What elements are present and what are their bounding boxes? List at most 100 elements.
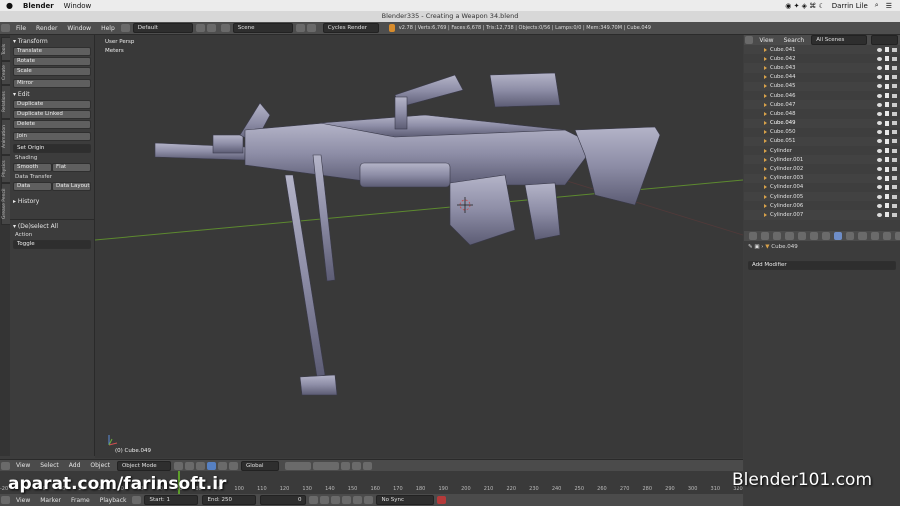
prev-key-icon[interactable] xyxy=(320,496,330,504)
outliner-row[interactable]: Cylinder.006 xyxy=(744,201,900,210)
menu-window-b[interactable]: Window xyxy=(62,25,96,32)
outliner-row[interactable]: Cube.049 xyxy=(744,118,900,128)
outliner-row[interactable]: Cube.043 xyxy=(744,63,900,73)
preview-range-icon[interactable] xyxy=(132,496,142,504)
constraints-tab-icon[interactable] xyxy=(821,232,831,240)
set-origin-select[interactable]: Set Origin xyxy=(13,144,91,153)
outliner-row[interactable]: Cylinder.007 xyxy=(744,210,900,220)
layout-icon[interactable] xyxy=(120,24,130,32)
render-icon[interactable] xyxy=(892,121,897,126)
visibility-icon[interactable] xyxy=(877,203,882,208)
outliner-list[interactable]: Cube.041 Cube.042 Cube.043 Cube.044 Cube.045… xyxy=(744,45,900,230)
layers-icon[interactable] xyxy=(284,461,311,470)
pivot-icon[interactable] xyxy=(184,461,194,470)
play-reverse-icon[interactable] xyxy=(331,496,341,504)
render-icon[interactable] xyxy=(892,75,897,80)
mode-select[interactable]: Object Mode xyxy=(116,460,171,471)
apple-icon[interactable]: ● xyxy=(6,1,13,10)
outliner-row[interactable]: Cube.046 xyxy=(744,91,900,100)
outliner-row[interactable]: Cylinder.005 xyxy=(744,192,900,202)
editor-type-icon-tl[interactable] xyxy=(1,496,10,504)
outliner-row[interactable]: Cube.044 xyxy=(744,73,900,82)
selectable-icon[interactable] xyxy=(885,184,889,190)
menu-add[interactable]: Add xyxy=(64,462,86,469)
jump-end-icon[interactable] xyxy=(364,496,374,504)
scale-button[interactable]: Scale xyxy=(13,67,91,76)
editor-type-icon-out[interactable] xyxy=(745,36,754,44)
outliner-row[interactable]: Cube.045 xyxy=(744,81,900,91)
visibility-icon[interactable] xyxy=(877,84,882,89)
visibility-icon[interactable] xyxy=(877,185,882,190)
start-frame-field[interactable]: Start: 1 xyxy=(144,495,199,505)
render-icon[interactable] xyxy=(892,167,897,172)
add-modifier-select[interactable]: Add Modifier xyxy=(748,261,896,270)
menu-view-tl[interactable]: View xyxy=(11,497,35,504)
layers-tab-icon[interactable] xyxy=(773,232,782,240)
current-frame-field[interactable]: 0 xyxy=(260,495,307,505)
outliner-filter-select[interactable]: All Scenes xyxy=(811,35,868,45)
world-tab-icon[interactable] xyxy=(797,232,806,240)
visibility-icon[interactable] xyxy=(877,212,882,217)
modifiers-tab-icon[interactable] xyxy=(834,232,843,240)
selectable-icon[interactable] xyxy=(885,138,889,144)
scene-remove-icon[interactable] xyxy=(306,24,316,32)
edit-panel-title[interactable]: ▾ Edit xyxy=(13,91,94,98)
rotate-manipulator-icon[interactable] xyxy=(217,461,227,470)
render-icon[interactable] xyxy=(892,102,897,107)
transform-panel-title[interactable]: ▾ Transform xyxy=(13,38,94,45)
outliner-row[interactable]: Cube.047 xyxy=(744,100,900,110)
outliner-row[interactable]: Cube.048 xyxy=(744,109,900,118)
render-icon[interactable] xyxy=(892,65,897,70)
menu-select[interactable]: Select xyxy=(35,462,64,469)
smooth-button[interactable]: Smooth xyxy=(13,163,52,172)
rotate-button[interactable]: Rotate xyxy=(13,57,91,66)
render-icon[interactable] xyxy=(892,93,897,98)
end-frame-field[interactable]: End: 250 xyxy=(202,495,257,505)
selectable-icon[interactable] xyxy=(885,194,889,200)
selectable-icon[interactable] xyxy=(885,65,889,71)
render-icon[interactable] xyxy=(892,185,897,190)
jump-start-icon[interactable] xyxy=(309,496,319,504)
outliner-row[interactable]: Cylinder xyxy=(744,146,900,155)
duplicate-button[interactable]: Duplicate xyxy=(13,100,91,109)
menu-render[interactable]: Render xyxy=(31,25,62,32)
selectable-icon[interactable] xyxy=(885,212,889,218)
play-icon[interactable] xyxy=(342,496,352,504)
outliner-row[interactable]: Cylinder.003 xyxy=(744,173,900,183)
selectable-icon[interactable] xyxy=(885,175,889,181)
data-tab-icon[interactable] xyxy=(846,232,855,240)
menu-list-icon[interactable]: ☰ xyxy=(886,2,892,10)
layout-field[interactable]: Default xyxy=(132,23,193,33)
render-icon[interactable] xyxy=(892,56,897,61)
render-icon[interactable] xyxy=(892,47,897,52)
sync-select[interactable]: No Sync xyxy=(376,495,435,505)
render-icon[interactable] xyxy=(892,130,897,135)
visibility-icon[interactable] xyxy=(877,157,882,162)
selectable-icon[interactable] xyxy=(885,203,889,209)
object-tab-icon[interactable] xyxy=(809,232,818,240)
selectable-icon[interactable] xyxy=(885,56,889,62)
menu-file[interactable]: File xyxy=(11,25,31,32)
selectable-icon[interactable] xyxy=(885,129,889,135)
selectable-icon[interactable] xyxy=(885,148,889,154)
outliner-row[interactable]: Cube.050 xyxy=(744,128,900,137)
texture-tab-icon[interactable] xyxy=(870,232,879,240)
next-key-icon[interactable] xyxy=(353,496,363,504)
render-icon[interactable] xyxy=(892,157,897,162)
action-select[interactable]: Toggle xyxy=(13,240,91,249)
user-name[interactable]: Darrin Lile xyxy=(832,2,868,10)
operator-panel-title[interactable]: ▾ (De)select All xyxy=(13,223,94,230)
selectable-icon[interactable] xyxy=(885,111,889,117)
menu-object[interactable]: Object xyxy=(85,462,115,469)
visibility-icon[interactable] xyxy=(877,176,882,181)
render-preview-icon[interactable] xyxy=(362,461,372,470)
scene-tab-icon[interactable] xyxy=(785,232,794,240)
layout-remove-icon[interactable] xyxy=(206,24,216,32)
outliner-row[interactable]: Cylinder.004 xyxy=(744,183,900,192)
render-icon[interactable] xyxy=(892,139,897,144)
outliner-search-input[interactable] xyxy=(871,35,898,45)
app-menu[interactable]: Blender xyxy=(23,2,54,10)
manipulator-icon[interactable] xyxy=(195,461,205,470)
shading-mode-icon[interactable] xyxy=(173,461,183,470)
selectable-icon[interactable] xyxy=(885,102,889,108)
